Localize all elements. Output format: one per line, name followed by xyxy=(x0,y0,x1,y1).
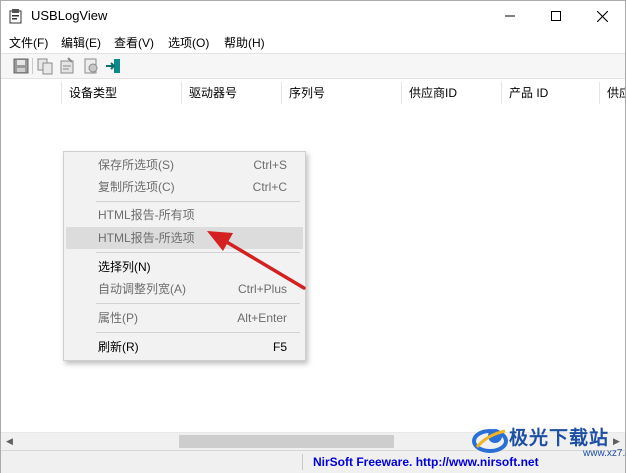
exit-icon[interactable] xyxy=(105,57,123,75)
menu-separator xyxy=(96,303,300,304)
app-icon xyxy=(9,8,23,24)
save-icon[interactable] xyxy=(12,57,30,75)
menu-options[interactable]: 选项(O) xyxy=(168,34,209,51)
properties-icon[interactable] xyxy=(58,57,76,75)
column-header-index[interactable] xyxy=(1,82,62,104)
column-header-drive-letter[interactable]: 驱动器号 xyxy=(182,82,282,104)
menu-item-shortcut: Alt+Enter xyxy=(237,311,287,325)
scroll-left-icon[interactable]: ◀ xyxy=(1,433,18,450)
menu-item-label: 刷新(R) xyxy=(98,340,139,354)
menu-item-html-report-selected[interactable]: HTML报告-所选项 xyxy=(66,227,303,249)
menu-item-shortcut: Ctrl+C xyxy=(252,180,287,194)
menu-separator xyxy=(96,252,300,253)
window-title: USBLogView xyxy=(31,8,108,23)
menu-item-shortcut: Ctrl+S xyxy=(253,158,287,172)
close-icon xyxy=(596,10,608,22)
close-button[interactable] xyxy=(579,1,625,31)
toolbar xyxy=(1,53,625,79)
context-menu: 保存所选项(S) Ctrl+S 复制所选项(C) Ctrl+C HTML报告-所… xyxy=(63,151,306,361)
column-header-vendor-id[interactable]: 供应商ID xyxy=(402,82,502,104)
maximize-icon xyxy=(551,11,561,21)
menu-bar: 文件(F) 编辑(E) 查看(V) 选项(O) 帮助(H) xyxy=(1,31,625,51)
copy-icon[interactable] xyxy=(36,57,54,75)
menu-item-label: 保存所选项(S) xyxy=(98,158,174,172)
menu-help[interactable]: 帮助(H) xyxy=(224,34,265,51)
menu-item-label: 选择列(N) xyxy=(98,260,151,274)
menu-file[interactable]: 文件(F) xyxy=(9,34,48,51)
scrollbar-thumb[interactable] xyxy=(179,435,394,448)
column-header-product-id[interactable]: 产品 ID xyxy=(502,82,600,104)
menu-item-label: HTML报告-所选项 xyxy=(98,231,195,245)
toolbar-separator xyxy=(32,58,33,74)
menu-item-properties[interactable]: 属性(P) Alt+Enter xyxy=(66,307,303,329)
column-header-device-type[interactable]: 设备类型 xyxy=(62,82,182,104)
menu-item-html-report-all[interactable]: HTML报告-所有项 xyxy=(66,204,303,226)
watermark-text: 极光下载站 xyxy=(509,428,610,449)
watermark-url: www.xz7.com xyxy=(583,448,626,459)
watermark-logo-icon xyxy=(472,429,508,453)
menu-item-auto-size-columns[interactable]: 自动调整列宽(A) Ctrl+Plus xyxy=(66,278,303,300)
menu-item-label: 复制所选项(C) xyxy=(98,180,175,194)
menu-item-choose-columns[interactable]: 选择列(N) xyxy=(66,256,303,278)
title-bar[interactable]: USBLogView xyxy=(1,1,625,31)
menu-item-label: 自动调整列宽(A) xyxy=(98,282,186,296)
html-report-icon[interactable] xyxy=(82,57,100,75)
column-header-vendor[interactable]: 供应 xyxy=(600,82,625,104)
menu-item-label: HTML报告-所有项 xyxy=(98,208,195,222)
column-header-serial-number[interactable]: 序列号 xyxy=(282,82,402,104)
menu-edit[interactable]: 编辑(E) xyxy=(61,34,101,51)
app-window: USBLogView 文件(F) 编辑(E) 查看(V) 选项(O) 帮助(H) xyxy=(0,0,626,473)
list-header: 设备类型 驱动器号 序列号 供应商ID 产品 ID 供应 xyxy=(1,82,625,106)
minimize-icon xyxy=(505,15,515,17)
minimize-button[interactable] xyxy=(487,1,533,31)
menu-view[interactable]: 查看(V) xyxy=(114,34,154,51)
menu-item-save-selected[interactable]: 保存所选项(S) Ctrl+S xyxy=(66,154,303,176)
watermark: 极光下载站 www.xz7.com xyxy=(471,419,626,459)
menu-item-refresh[interactable]: 刷新(R) F5 xyxy=(66,336,303,358)
menu-item-copy-selected[interactable]: 复制所选项(C) Ctrl+C xyxy=(66,176,303,198)
menu-item-shortcut: Ctrl+Plus xyxy=(237,282,287,296)
menu-separator xyxy=(96,201,300,202)
menu-item-label: 属性(P) xyxy=(98,311,138,325)
nirsoft-link[interactable]: NirSoft Freeware. http://www.nirsoft.net xyxy=(313,455,539,469)
menu-separator xyxy=(96,332,300,333)
menu-item-shortcut: F5 xyxy=(272,340,287,354)
maximize-button[interactable] xyxy=(533,1,579,31)
